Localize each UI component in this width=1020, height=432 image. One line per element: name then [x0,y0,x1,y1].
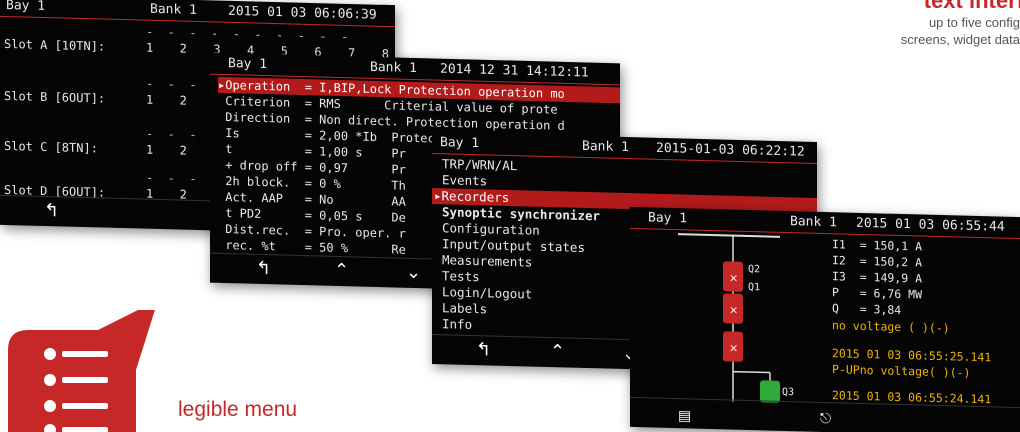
slot-d-dashes: - - - - [146,170,219,187]
header-bank: Bank 1 [790,214,837,231]
measurement-q: Q = 3,84 [832,301,902,317]
header-time: 2014 12 31 14:12:11 [440,61,589,81]
header-time: 2015 01 03 06:06:39 [228,3,377,23]
list-line-2 [62,377,108,383]
legible-menu-caption: legible menu [178,398,298,421]
switch-label-q3: Q3 [782,386,795,399]
speech-bubble-shape [8,310,155,432]
back-arrow-icon[interactable]: ↰ [44,200,59,221]
event-1-time: 2015 01 03 06:55:25.141 [832,346,992,365]
menu-item-trp-wrn-al[interactable]: TRP/WRN/AL [442,156,517,174]
header-bay: Bay 1 [228,56,268,73]
header-bank: Bank 1 [150,1,197,18]
list-bullet-3 [44,400,56,412]
earth-branch [733,370,770,374]
slot-c-dashes: - - - - [146,126,219,143]
menu-item-tests[interactable]: Tests [442,268,480,285]
disconnector-lower-symbol: × [729,341,738,354]
back-arrow-icon[interactable]: ↰ [476,339,491,360]
header-bay: Bay 1 [440,135,480,152]
switch-icon[interactable]: ⎋ [820,409,831,429]
menu-bubble-icon [8,310,155,432]
slot-b-label[interactable]: Slot B [6OUT]: [4,89,105,106]
switch-label-q1: Q1 [748,281,761,294]
list-bullet-1 [44,348,56,360]
busbar [678,233,780,238]
slot-a-label[interactable]: Slot A [10TN]: [4,37,105,54]
back-arrow-icon[interactable]: ↰ [256,258,271,279]
list-line-4 [62,427,108,432]
slot-b-dashes: - - - - [146,76,219,93]
synoptic-screen: Bay 1 Bank 1 2015 01 03 06:55:44 × × × Q… [630,206,1020,432]
marketing-subtitle-line2: screens, widget data [900,32,1020,47]
breaker-q1-symbol: × [729,303,738,316]
switch-label-q2: Q2 [748,263,761,276]
menu-item-events[interactable]: Events [442,172,487,189]
list-line-3 [62,403,108,409]
list-icon[interactable]: ▤ [678,406,691,426]
screen-header: Bay 1 Bank 1 2015 01 03 06:06:39 [0,0,395,28]
menu-item-labels[interactable]: Labels [442,300,487,317]
down-arrow-icon[interactable]: ⌄ [406,262,421,283]
disconnector-q2-symbol: × [729,271,738,284]
slot-c-label[interactable]: Slot C [8TN]: [4,139,98,155]
list-line-1 [62,351,108,357]
header-bay: Bay 1 [648,210,688,227]
event-1-text: P-UPno voltage( )(-) [832,362,971,380]
up-arrow-icon[interactable]: ⌃ [550,341,565,362]
marketing-subtitle: up to five config screens, widget data [820,14,1020,48]
header-bank: Bank 1 [370,59,417,77]
header-time: 2015-01-03 06:22:12 [656,140,805,160]
list-bullet-2 [44,374,56,386]
up-arrow-icon[interactable]: ⌃ [334,260,349,281]
single-line-diagram: × × × [678,233,780,403]
marketing-subtitle-line1: up to five config [928,15,1020,30]
marketing-title: text interf [923,0,1020,13]
header-bay: Bay 1 [6,0,46,15]
status-line: no voltage ( )(-) [832,318,950,336]
menu-item-info[interactable]: Info [442,316,472,333]
header-bank: Bank 1 [582,138,629,156]
header-time: 2015 01 03 06:55:44 [856,215,1005,235]
